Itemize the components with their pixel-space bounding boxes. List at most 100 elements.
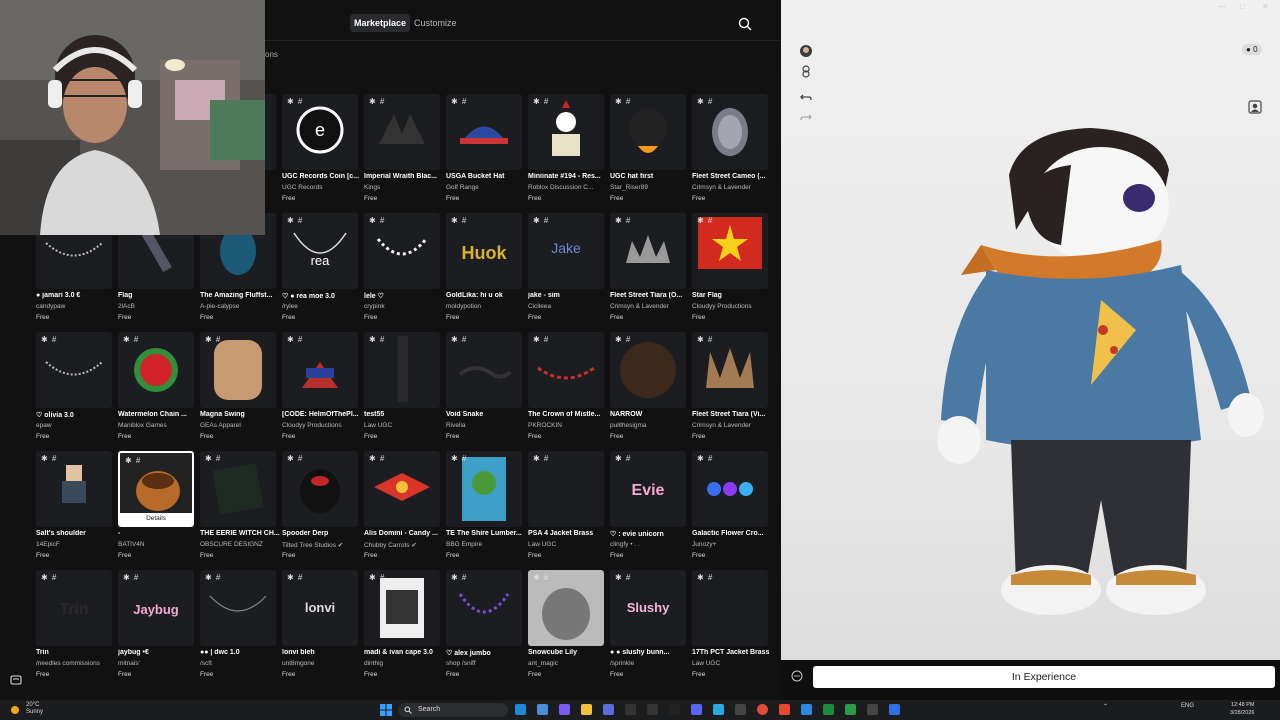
item-card[interactable]: ✱ # Salt's shoulder 14EpicF Free <box>36 451 112 566</box>
item-card[interactable]: ✱ # ●● | dwc 1.0/scft Free <box>200 570 276 685</box>
item-thumbnail[interactable]: Jaybug ✱ # <box>118 570 194 646</box>
item-creator[interactable]: unt8mgone <box>282 660 362 667</box>
tray-chevron-icon[interactable]: ⌃ <box>1103 703 1108 710</box>
item-card[interactable]: ✱ # Void Snake Rivelia Free <box>446 332 522 447</box>
item-card[interactable]: Jake ✱ # jake - sim Cicileea Free <box>528 213 604 328</box>
item-card[interactable]: ✱ # THE EERIE WITCH CH... OBSCURE DESIGNZ F… <box>200 451 280 566</box>
item-thumbnail[interactable]: ✱ # <box>446 570 522 646</box>
item-creator[interactable]: clingfy • . . <box>610 541 690 548</box>
app-icon[interactable] <box>625 704 636 715</box>
item-creator[interactable]: PKROCKIN <box>528 422 608 429</box>
item-card[interactable]: ✱ # The Crown of Mistle... PKROCKIN Free <box>528 332 604 447</box>
item-card[interactable]: ✱ # [CODE: HelmOfThePl... Cloudyy Producti… <box>282 332 359 447</box>
item-thumbnail[interactable]: ✱ # Details <box>118 451 194 527</box>
item-creator[interactable]: Golf Range <box>446 184 526 191</box>
item-creator[interactable]: Star_Riser89 <box>610 184 690 191</box>
item-card[interactable]: Huok ✱ # GoldLika: hi u ok moldypotion Free <box>446 213 522 328</box>
item-thumbnail[interactable]: ✱ # <box>610 94 686 170</box>
item-creator[interactable]: /rylee <box>282 303 362 310</box>
item-thumbnail[interactable]: ✱ # <box>364 332 440 408</box>
item-thumbnail[interactable]: ✱ # <box>282 451 358 527</box>
item-card[interactable]: ✱ # Spooder Derp Tilted Tree Studios ✔ Free <box>282 451 358 566</box>
item-creator[interactable]: Kings <box>364 184 444 191</box>
app-icon[interactable] <box>537 704 548 715</box>
item-creator[interactable]: GEAs Apparel <box>200 422 280 429</box>
item-thumbnail[interactable]: ✱ # <box>528 451 604 527</box>
item-card[interactable]: ✱ # TE The Shire Lumber... BBG Empire Free <box>446 451 522 566</box>
item-card[interactable]: ✱ # Watermelon Chain ... Maniblox Games Fre… <box>118 332 194 447</box>
windows-start-icon[interactable] <box>380 704 392 716</box>
profile-icon[interactable] <box>1248 100 1262 114</box>
item-card[interactable]: ✱ # PSA 4 Jacket Brass Law UGC Free <box>528 451 604 566</box>
item-thumbnail[interactable]: ✱ # <box>200 332 276 408</box>
item-thumbnail[interactable]: ✱ # <box>200 570 276 646</box>
avatar-viewport[interactable]: ● 0 <box>781 0 1280 700</box>
brave-icon[interactable] <box>779 704 790 715</box>
item-creator[interactable]: mitnais' <box>118 660 198 667</box>
item-card[interactable]: ✱ # Alis Domini - Candy ... Chubby Carrots… <box>364 451 440 566</box>
chat-icon[interactable] <box>791 670 803 682</box>
item-card[interactable]: ✱ # Magna Swing GEAs Apparel Free <box>200 332 276 447</box>
app-icon[interactable] <box>669 704 680 715</box>
item-thumbnail[interactable]: ✱ # <box>692 213 768 289</box>
item-creator[interactable]: moldypotion <box>446 303 526 310</box>
taskbar-clock[interactable]: 12:48 PM 3/28/2026 <box>1230 701 1254 717</box>
item-card[interactable]: ✱ # madi & ivan cape 3.0 dinthig Free <box>364 570 440 685</box>
roblox-menu-icon[interactable] <box>10 674 22 686</box>
item-creator[interactable]: pulithesigma <box>610 422 690 429</box>
avatar-thumbnail-icon[interactable] <box>799 44 813 58</box>
app-icon[interactable] <box>867 704 878 715</box>
item-card[interactable]: lonvi ✱ # lonvi bleh unt8mgone Free <box>282 570 358 685</box>
item-creator[interactable]: Tilted Tree Studios ✔ <box>282 541 362 549</box>
redo-icon[interactable] <box>799 110 813 124</box>
item-creator[interactable]: OBSCURE DESIGNZ <box>200 541 280 548</box>
item-thumbnail[interactable]: ✱ # <box>364 451 440 527</box>
outfit-icon[interactable] <box>799 64 813 78</box>
item-creator[interactable]: UGC Records <box>282 184 362 191</box>
edge-icon[interactable] <box>515 704 526 715</box>
item-card[interactable]: ✱ # Fleet Street Cameo (... Crimsyn & Lave… <box>692 94 768 209</box>
item-thumbnail[interactable]: ✱ # <box>36 332 112 408</box>
item-creator[interactable]: dinthig <box>364 660 444 667</box>
tab-marketplace[interactable]: Marketplace <box>350 14 411 32</box>
item-thumbnail[interactable]: lonvi ✱ # <box>282 570 358 646</box>
item-card[interactable]: Slushy ✱ # ● ● slushy bunn.../sprinkle Free <box>610 570 686 685</box>
item-card[interactable]: ✱ # Miniinate #194 - Res... Roblox Discuss… <box>528 94 604 209</box>
item-creator[interactable]: Chubby Carrots ✔ <box>364 541 444 549</box>
item-creator[interactable]: Cloudyy Productions <box>692 303 772 310</box>
item-card[interactable]: ✱ # Fleet Street Tiara (O... Crimsyn & Lav… <box>610 213 686 328</box>
item-card[interactable]: ✱ # UGC hat first Star_Riser89 Free <box>610 94 686 209</box>
tab-customize[interactable]: Customize <box>410 14 461 32</box>
item-creator[interactable]: Crimsyn & Lavender <box>610 303 690 310</box>
item-creator[interactable]: A-pie-calypse <box>200 303 280 310</box>
item-creator[interactable]: Junozy+ <box>692 541 772 548</box>
item-thumbnail[interactable]: ✱ # <box>528 332 604 408</box>
item-card[interactable]: Trin ✱ # Trin/needles commissions Free <box>36 570 112 685</box>
item-creator[interactable]: ant_magic <box>528 660 608 667</box>
item-card[interactable]: ✱ # Details - BATIV4N Free <box>118 451 194 566</box>
item-thumbnail[interactable]: ✱ # <box>692 570 768 646</box>
language-indicator[interactable]: ENG <box>1181 703 1194 709</box>
item-thumbnail[interactable]: Jake ✱ # <box>528 213 604 289</box>
item-thumbnail[interactable]: ✱ # <box>446 451 522 527</box>
item-thumbnail[interactable]: ✱ # <box>610 213 686 289</box>
item-thumbnail[interactable]: e ✱ # <box>282 94 358 170</box>
item-thumbnail[interactable]: ✱ # <box>692 451 768 527</box>
item-thumbnail[interactable]: ✱ # <box>118 332 194 408</box>
telegram-icon[interactable] <box>713 704 724 715</box>
item-creator[interactable]: Roblox Discussion C... <box>528 184 608 191</box>
undo-icon[interactable] <box>799 90 813 104</box>
app-icon[interactable] <box>647 704 658 715</box>
item-thumbnail[interactable]: Huok ✱ # <box>446 213 522 289</box>
item-thumbnail[interactable]: rea ✱ # <box>282 213 358 289</box>
robux-balance[interactable]: ● 0 <box>1242 44 1262 55</box>
item-thumbnail[interactable]: ✱ # <box>692 332 768 408</box>
item-creator[interactable]: shop /sniff <box>446 660 526 667</box>
category-label[interactable]: ons <box>265 50 278 59</box>
item-thumbnail[interactable]: ✱ # <box>610 332 686 408</box>
item-thumbnail[interactable]: ✱ # <box>446 94 522 170</box>
item-card[interactable]: ✱ # test55 Law UGC Free <box>364 332 440 447</box>
weather-widget[interactable]: 20°C Sunny <box>26 702 43 716</box>
item-thumbnail[interactable]: ✱ # <box>282 332 358 408</box>
item-card[interactable]: ✱ # Fleet Street Tiara (Vi... Crimsyn & La… <box>692 332 768 447</box>
